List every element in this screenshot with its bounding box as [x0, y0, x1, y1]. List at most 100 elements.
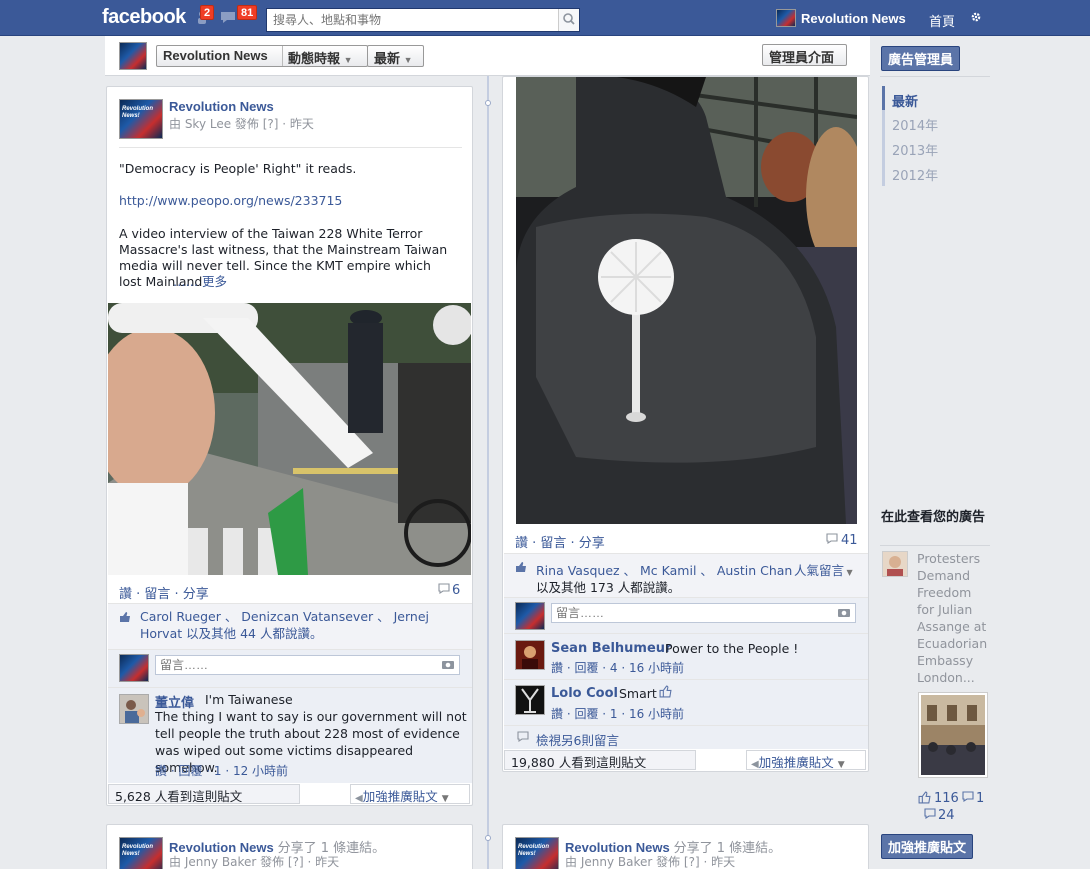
year-nav-2013[interactable]: 2013年	[892, 140, 938, 159]
post-card-4: Revolution News! Revolution News 分享了 1 條…	[502, 824, 869, 869]
year-nav-indicator	[882, 86, 885, 110]
like-icon	[659, 685, 672, 698]
messages-icon[interactable]	[219, 8, 237, 26]
page-avatar[interactable]	[119, 42, 147, 70]
post-actions[interactable]: 讚 · 留言 · 分享	[119, 583, 209, 602]
megaphone-icon: ◀	[751, 759, 759, 770]
comment-input[interactable]	[551, 603, 856, 623]
timeline-spine	[487, 76, 489, 869]
page-avatar[interactable]	[776, 9, 796, 27]
comment-input[interactable]	[155, 655, 460, 675]
comment-body: Power to the People !	[665, 641, 799, 656]
page-avatar	[515, 602, 545, 630]
promote-post-button[interactable]: ◀加強推廣貼文 ▼	[746, 750, 866, 770]
likers-text[interactable]: Carol Rueger 、 Denizcan Vatansever 、 Jer…	[140, 608, 460, 642]
post-author[interactable]: Revolution News	[169, 99, 274, 114]
post-card-3: Revolution News! Revolution News 分享了 1 條…	[106, 824, 473, 869]
promote-post-button[interactable]: ◀加強推廣貼文 ▼	[350, 784, 470, 804]
comment-author[interactable]: Lolo Cool	[551, 686, 618, 701]
year-nav-latest[interactable]: 最新	[892, 91, 918, 110]
post-link[interactable]: http://www.peopo.org/news/233715	[119, 193, 342, 209]
comment-meta[interactable]: 讚 · 回覆 · 1 · 16 小時前	[551, 705, 684, 722]
comment-count[interactable]: 41	[841, 533, 858, 548]
commenter-avatar[interactable]	[515, 685, 545, 715]
recent-dropdown[interactable]: 最新 ▼	[367, 45, 424, 67]
camera-icon[interactable]	[441, 659, 455, 670]
chevron-down-icon: ▼	[343, 55, 353, 65]
commenter-avatar[interactable]	[119, 694, 149, 724]
chevron-down-icon: ▼	[403, 55, 413, 65]
notifications-badge: 81	[237, 5, 258, 20]
commenter-avatar[interactable]	[515, 640, 545, 670]
ad-text[interactable]: Protesters Demand Freedom for Julian Ass…	[917, 550, 989, 686]
comment-icon	[826, 533, 838, 544]
timeline-dot	[485, 100, 491, 106]
camera-icon[interactable]	[837, 607, 851, 618]
comment-body: Smart	[619, 686, 657, 701]
view-more-comments-link[interactable]: 檢視另6則留言	[536, 730, 619, 749]
page-name-button[interactable]: Revolution News	[163, 48, 268, 63]
post-byline: 由 Jenny Baker 發佈 [?] · 昨天	[169, 855, 340, 869]
post-reach: 5,628 人看到這則貼文	[108, 784, 300, 804]
timeline-dropdown[interactable]: 動態時報 ▼	[288, 48, 353, 67]
comment-icon	[438, 583, 450, 594]
megaphone-icon: ◀	[355, 793, 363, 804]
like-icon	[918, 791, 931, 804]
ad-comment-count[interactable]: 1	[976, 791, 984, 806]
comment-icon	[517, 731, 529, 742]
ad-manager-button[interactable]: 廣告管理員	[881, 46, 961, 71]
like-icon	[119, 611, 131, 623]
like-icon	[515, 561, 527, 573]
year-nav-2014[interactable]: 2014年	[892, 115, 938, 134]
post-byline: 由 Jenny Baker 發佈 [?] · 昨天	[565, 855, 736, 869]
see-more-link[interactable]: …… 更多	[173, 274, 227, 290]
comment-composer	[108, 649, 472, 687]
ad-avatar[interactable]	[882, 551, 908, 577]
post-photo[interactable]	[108, 303, 471, 575]
post-card-2: 讚 · 留言 · 分享 41 Rina Vasquez 、 Mc Kamil 、…	[502, 76, 869, 772]
comment-author[interactable]: Sean Belhumeur	[551, 641, 671, 656]
popular-comments-dropdown[interactable]: 人氣留言 ▼	[794, 560, 853, 579]
comment-item: 董立偉 I'm Taiwanese The thing I want to sa…	[108, 687, 472, 783]
comment-meta[interactable]: 讚 · 回覆 · 1 · 12 小時前	[155, 762, 288, 779]
chevron-down-icon: ▼	[844, 568, 853, 577]
post-quote: "Democracy is People' Right" it reads.	[119, 161, 357, 176]
page-avatar[interactable]: Revolution News!	[515, 837, 559, 869]
view-more-comments-row: 檢視另6則留言	[504, 725, 868, 749]
ad-share-count[interactable]: 24	[938, 808, 955, 823]
comment-meta[interactable]: 讚 · 回覆 · 4 · 16 小時前	[551, 659, 684, 676]
gear-icon[interactable]	[970, 11, 982, 23]
comment-count[interactable]: 6	[452, 583, 460, 598]
post-text: A video interview of the Taiwan 228 Whit…	[119, 226, 448, 289]
ad-like-count[interactable]: 116	[934, 791, 959, 806]
search-icon[interactable]	[558, 9, 579, 31]
post-reach: 19,880 人看到這則貼文	[504, 750, 696, 770]
topbar-page-name[interactable]: Revolution News	[801, 11, 906, 26]
timeline-dot	[485, 835, 491, 841]
comment-item: Sean Belhumeur Power to the People ! 讚 ·…	[504, 633, 868, 679]
ads-section-title: 在此查看您的廣告	[881, 510, 986, 525]
facebook-logo[interactable]: facebook	[102, 6, 186, 29]
page-header-strip: Revolution News 動態時報 ▼ 最新 ▼ 管理員介面	[105, 36, 870, 76]
post-actions[interactable]: 讚 · 留言 · 分享	[515, 532, 605, 551]
likers-rest[interactable]: 以及其他 173 人都說讚。	[536, 577, 680, 596]
comment-composer	[504, 597, 868, 633]
top-bar: facebook 2 81 Revolution News 首頁	[0, 0, 1090, 36]
post-photo[interactable]	[516, 77, 857, 524]
comment-item: Lolo Cool Smart 讚 · 回覆 · 1 · 16 小時前	[504, 679, 868, 725]
comment-lead: I'm Taiwanese	[205, 692, 293, 707]
promote-post-button[interactable]: 加強推廣貼文	[881, 834, 974, 859]
likes-bar: Rina Vasquez 、 Mc Kamil 、 Austin Chan 人氣…	[504, 553, 868, 597]
home-link[interactable]: 首頁	[929, 11, 955, 30]
post-byline: 由 Sky Lee 發佈 [?] · 昨天	[169, 117, 314, 131]
search-input[interactable]	[266, 8, 580, 32]
ad-image[interactable]	[918, 692, 988, 778]
friend-requests-badge: 2	[200, 5, 215, 20]
admin-panel-button[interactable]: 管理員介面	[762, 44, 847, 66]
chevron-down-icon: ▼	[837, 760, 845, 770]
chevron-down-icon: ▼	[441, 794, 449, 804]
page-avatar[interactable]: Revolution News!	[119, 837, 163, 869]
page-avatar[interactable]: Revolution News!	[119, 99, 163, 139]
year-nav-2012[interactable]: 2012年	[892, 165, 938, 184]
share-icon	[924, 808, 936, 819]
